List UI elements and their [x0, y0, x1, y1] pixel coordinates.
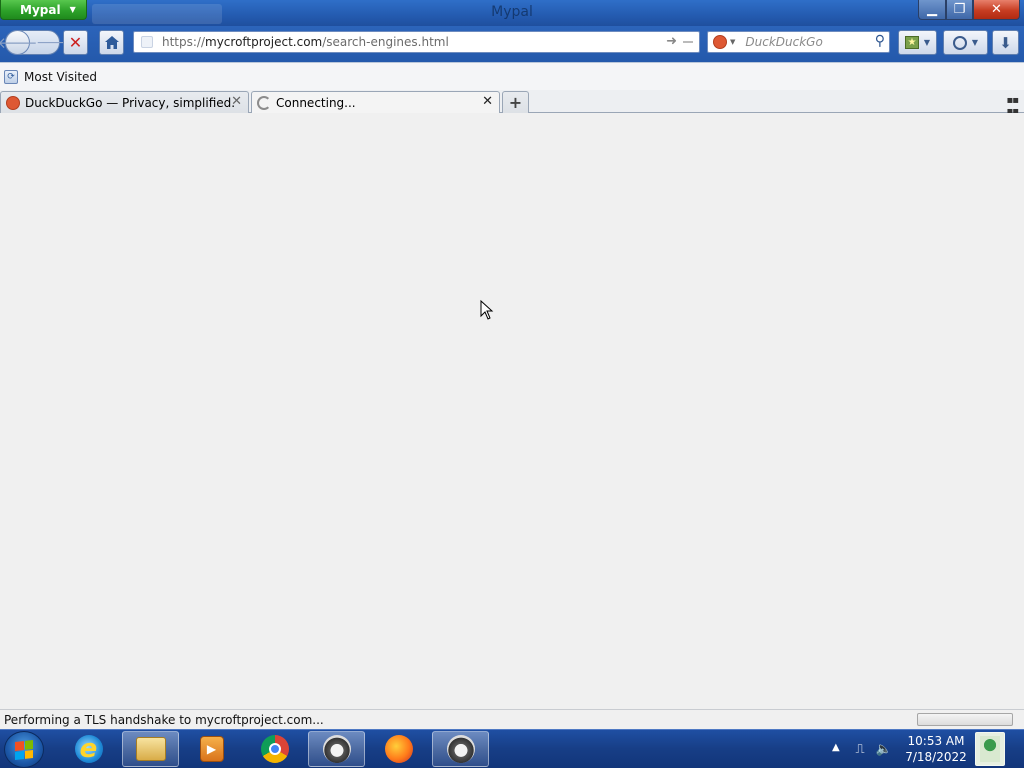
site-identity-icon[interactable]: [141, 36, 153, 48]
media-player-icon: ▶: [199, 736, 224, 762]
home-icon: [104, 36, 119, 49]
mypal-raccoon-icon: [446, 735, 475, 763]
taskbar-firefox[interactable]: [370, 731, 427, 767]
navigation-toolbar: 🡐 🡒 ✕ https://mycroftproject.com/search-…: [0, 26, 1024, 62]
url-text[interactable]: https://mycroftproject.com/search-engine…: [162, 35, 449, 49]
bookmark-star-icon: ★: [904, 36, 919, 49]
url-domain: mycroftproject.com: [205, 35, 323, 49]
url-dropdown-icon[interactable]: [683, 41, 693, 43]
new-tab-button[interactable]: +: [502, 91, 529, 113]
plus-icon: +: [508, 93, 523, 112]
duckduckgo-icon[interactable]: [713, 35, 727, 49]
stop-button[interactable]: ✕: [63, 30, 88, 55]
history-button[interactable]: ▼: [943, 30, 988, 55]
minimize-button[interactable]: ▁: [918, 0, 946, 20]
bookmark-most-visited[interactable]: Most Visited: [24, 70, 97, 84]
internet-explorer-icon: e: [74, 734, 103, 764]
back-button[interactable]: 🡐: [0, 30, 38, 55]
chrome-icon: [260, 735, 289, 763]
download-arrow-icon: ⬇: [999, 33, 1012, 52]
window-title: Mypal: [491, 4, 533, 20]
tab-close-icon[interactable]: ✕: [231, 94, 242, 109]
mouse-cursor-icon: [480, 299, 494, 320]
status-text: Performing a TLS handshake to mycroftpro…: [4, 712, 324, 727]
mascot-icon: [980, 736, 1000, 762]
close-button[interactable]: ✕: [973, 0, 1020, 20]
bookmarks-toolbar: ⟳ Most Visited: [0, 62, 1024, 90]
network-icon[interactable]: ⎍: [852, 741, 868, 757]
search-bar[interactable]: ▼ DuckDuckGo ⚲: [707, 31, 890, 53]
duckduckgo-icon: [6, 95, 20, 110]
clock-time: 10:53 AM: [907, 734, 965, 748]
chevron-down-icon: ▼: [923, 38, 931, 47]
tab-label: Connecting...: [276, 96, 356, 110]
search-icon[interactable]: ⚲: [875, 33, 885, 49]
title-bar: Mypal ▼ Mypal ▁ ❐ ✕: [0, 0, 1024, 26]
taskbar-chrome[interactable]: [246, 731, 303, 767]
go-arrow-icon[interactable]: ➜: [666, 34, 677, 49]
taskbar-mypal[interactable]: [308, 731, 365, 767]
taskbar-media-player[interactable]: ▶: [183, 731, 240, 767]
url-prefix: https://: [162, 35, 206, 49]
page-content[interactable]: [0, 113, 1024, 709]
url-path: /search-engines.html: [322, 35, 449, 49]
volume-muted-icon[interactable]: 🔈: [876, 741, 892, 757]
start-button[interactable]: [4, 731, 44, 768]
search-placeholder[interactable]: DuckDuckGo: [745, 35, 822, 49]
tab-label: DuckDuckGo — Privacy, simplified.: [25, 95, 236, 110]
mypal-raccoon-icon: [322, 735, 351, 763]
progress-bar: [917, 713, 1013, 726]
downloads-button[interactable]: ⬇: [992, 30, 1019, 55]
bookmarks-button[interactable]: ★ ▼: [898, 30, 937, 55]
tab-duckduckgo[interactable]: DuckDuckGo — Privacy, simplified. ✕: [0, 91, 249, 113]
clock-icon: [952, 35, 967, 50]
stop-icon: ✕: [68, 33, 83, 52]
url-bar[interactable]: https://mycroftproject.com/search-engine…: [133, 31, 700, 53]
clock-date: 7/18/2022: [905, 750, 967, 764]
file-explorer-icon: [135, 737, 166, 761]
firefox-icon: [384, 735, 413, 763]
tab-close-icon[interactable]: ✕: [482, 94, 493, 109]
back-forward-group: 🡐 🡒: [0, 30, 74, 55]
tab-connecting[interactable]: Connecting... ✕: [251, 91, 500, 114]
show-hidden-icons-icon[interactable]: ▲: [832, 742, 840, 753]
tab-strip: DuckDuckGo — Privacy, simplified. ✕ Conn…: [0, 90, 1024, 117]
status-bar: Performing a TLS handshake to mycroftpro…: [0, 709, 1024, 729]
taskbar: e ▶ ▲ ⎍ 🔈 10:53 AM 7/18/2022: [0, 729, 1024, 768]
system-clock[interactable]: 10:53 AM 7/18/2022: [904, 733, 968, 765]
back-arrow-icon: 🡐: [0, 34, 38, 52]
notification-avatar[interactable]: [975, 732, 1005, 766]
chevron-down-icon[interactable]: ▼: [730, 38, 735, 46]
most-visited-icon: ⟳: [4, 69, 18, 84]
loading-throbber-icon: [257, 96, 271, 110]
maximize-button[interactable]: ❐: [946, 0, 973, 20]
taskbar-mypal-2[interactable]: [432, 731, 489, 767]
taskbar-file-explorer[interactable]: [122, 731, 179, 767]
windows-logo-icon: [15, 739, 33, 760]
taskbar-internet-explorer[interactable]: e: [60, 731, 117, 767]
home-button[interactable]: [99, 30, 124, 55]
chevron-down-icon: ▼: [971, 38, 979, 47]
